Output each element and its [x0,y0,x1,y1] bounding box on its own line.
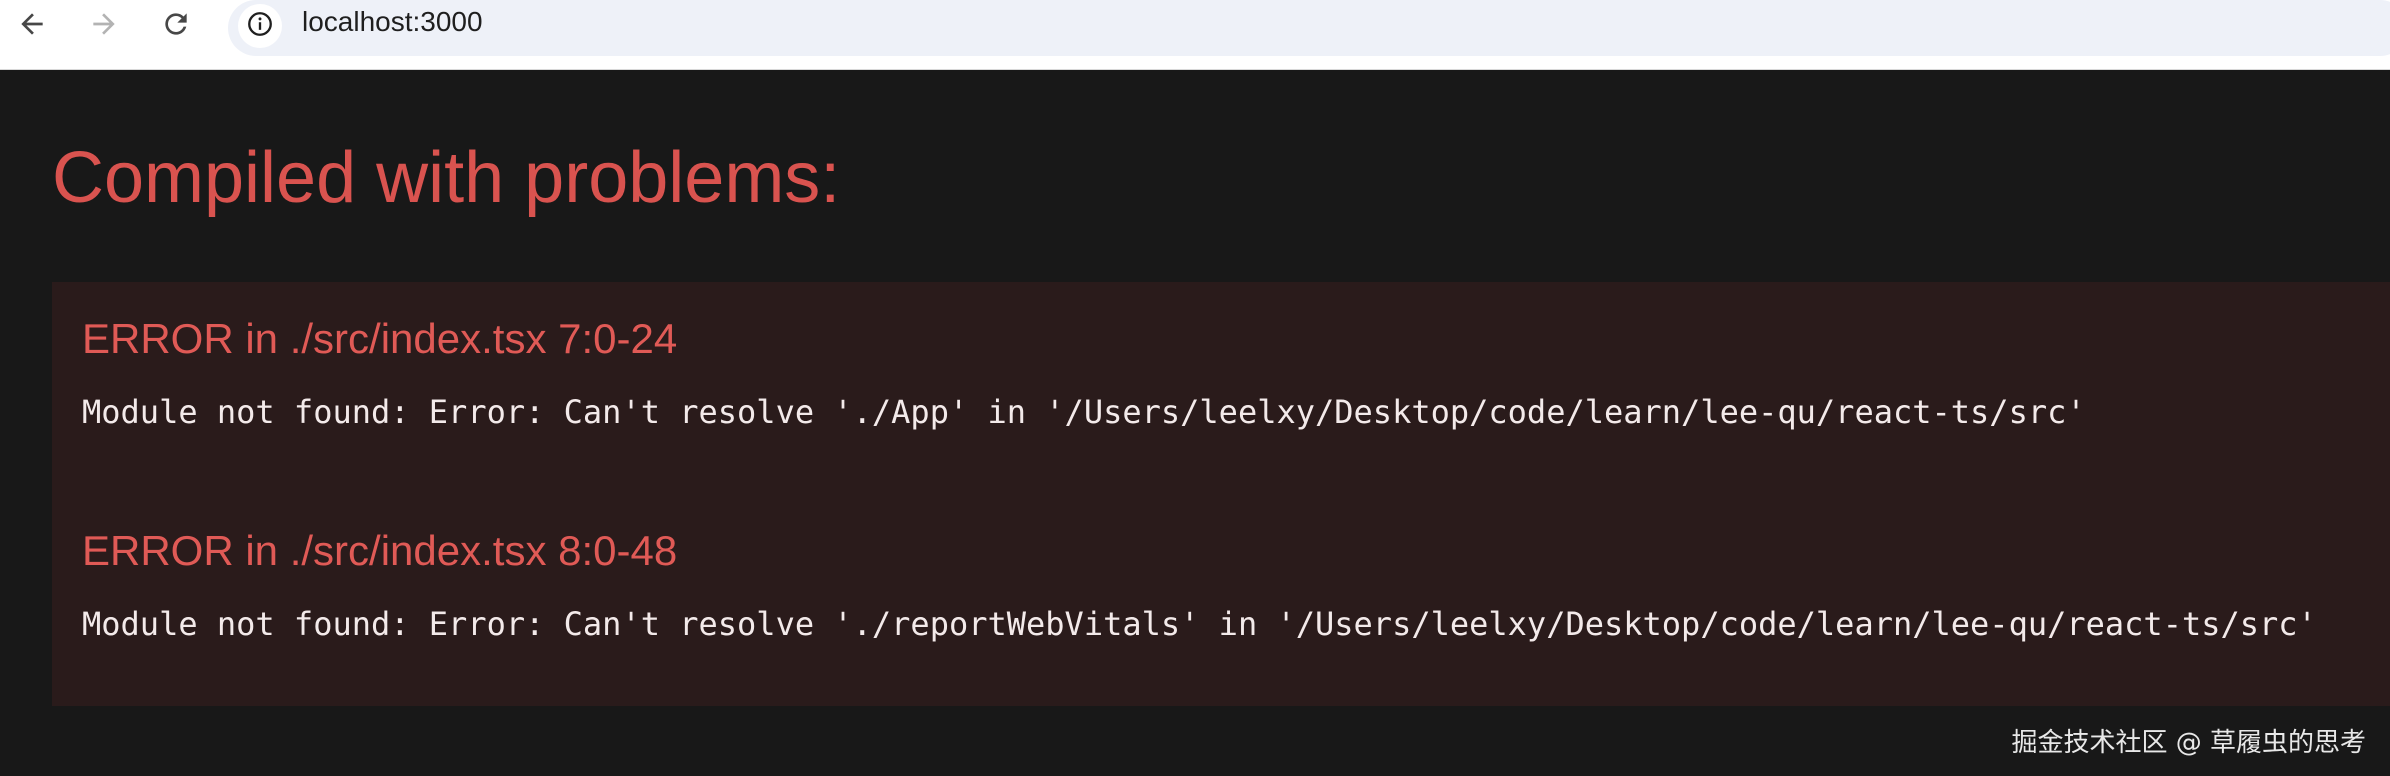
error-header: ERROR in ./src/index.tsx 7:0-24 [82,315,678,362]
watermark: 掘金技术社区 @ 草履虫的思考 [2011,728,2366,758]
browser-toolbar: localhost:3000 [0,0,2390,70]
error-overlay: Compiled with problems: ERROR in ./src/i… [0,70,2390,776]
error-message: Module not found: Error: Can't resolve '… [82,393,2086,431]
site-info-button[interactable] [238,4,282,48]
forward-button[interactable] [84,4,124,44]
info-icon [246,10,274,43]
reload-icon [160,8,192,40]
arrow-right-icon [88,8,120,40]
url-text[interactable]: localhost:3000 [302,6,483,38]
error-item: ERROR in ./src/index.tsx 8:0-48 Module n… [82,526,2317,642]
back-button[interactable] [12,4,52,44]
address-bar[interactable]: localhost:3000 [228,0,2390,56]
error-header: ERROR in ./src/index.tsx 8:0-48 [82,527,678,574]
error-message: Module not found: Error: Can't resolve '… [82,605,2317,643]
overlay-title: Compiled with problems: [52,138,841,218]
reload-button[interactable] [156,4,196,44]
error-item: ERROR in ./src/index.tsx 7:0-24 Module n… [82,314,2086,430]
error-list-panel: ERROR in ./src/index.tsx 7:0-24 Module n… [52,282,2390,706]
arrow-left-icon [16,8,48,40]
